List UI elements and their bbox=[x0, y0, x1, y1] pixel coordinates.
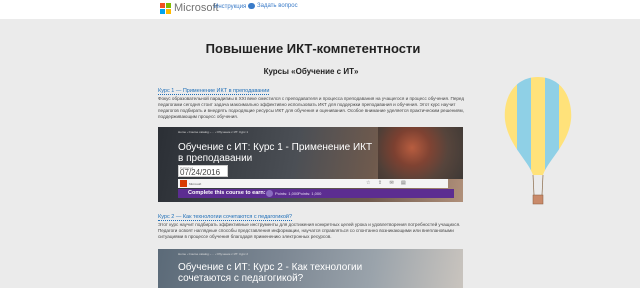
points-2: Points: 1,000 bbox=[298, 191, 322, 196]
course-1-description: Фокус образовательной парадигмы в XXI ве… bbox=[158, 96, 465, 119]
course-2-link[interactable]: Курс 2 — Как технологии сочетаются с пед… bbox=[158, 214, 293, 221]
course-1-breadcrumbs: Home › Course catalog › ... › Обучение с… bbox=[178, 130, 249, 134]
course-2-banner[interactable]: Home › Course catalog › ... › Обучение с… bbox=[158, 249, 463, 288]
course-1-banner[interactable]: Home › Course catalog › ... › Обучение с… bbox=[158, 127, 463, 202]
page-title: Повышение ИКТ-компетентности bbox=[205, 41, 421, 56]
course-2-banner-title: Обучение с ИТ: Курс 2 - Как технологии с… bbox=[178, 262, 363, 284]
badge-icon bbox=[266, 190, 273, 197]
microsoft-small-logo-icon bbox=[180, 180, 187, 187]
course-1-banner-title: Обучение с ИТ: Курс 1 - Применение ИКТ в… bbox=[178, 142, 373, 164]
hot-air-balloon-icon bbox=[504, 77, 572, 205]
course-1-date: 07/24/2016 bbox=[180, 168, 221, 177]
nav-instructions-link[interactable]: Инструкция bbox=[214, 4, 246, 10]
course-2-breadcrumbs: Home › Course catalog › ... › Обучение с… bbox=[178, 252, 249, 256]
nav-ask-label: Задать вопрос bbox=[257, 3, 298, 9]
brand-name[interactable]: Microsoft bbox=[174, 2, 219, 14]
top-bar: Microsoft Инструкция Задать вопрос bbox=[0, 0, 640, 19]
nav-ask-question-link[interactable]: Задать вопрос bbox=[248, 3, 298, 9]
chat-bubble-icon bbox=[248, 3, 255, 9]
course-2-description: Этот курс научит подбирать эффективные и… bbox=[158, 222, 461, 239]
course-1-link[interactable]: Курс 1 — Применение ИКТ в преподавании bbox=[158, 88, 270, 95]
share-icons[interactable]: ☆ ⇪ ✉ ▤ bbox=[366, 180, 409, 186]
toolbar-text: Microsoft bbox=[189, 182, 202, 186]
points-1: Points: 1,000 bbox=[275, 191, 299, 196]
microsoft-logo-icon[interactable] bbox=[160, 3, 171, 14]
complete-course-text: Complete this course to earn: bbox=[188, 190, 266, 196]
course-1-photo bbox=[378, 127, 463, 179]
